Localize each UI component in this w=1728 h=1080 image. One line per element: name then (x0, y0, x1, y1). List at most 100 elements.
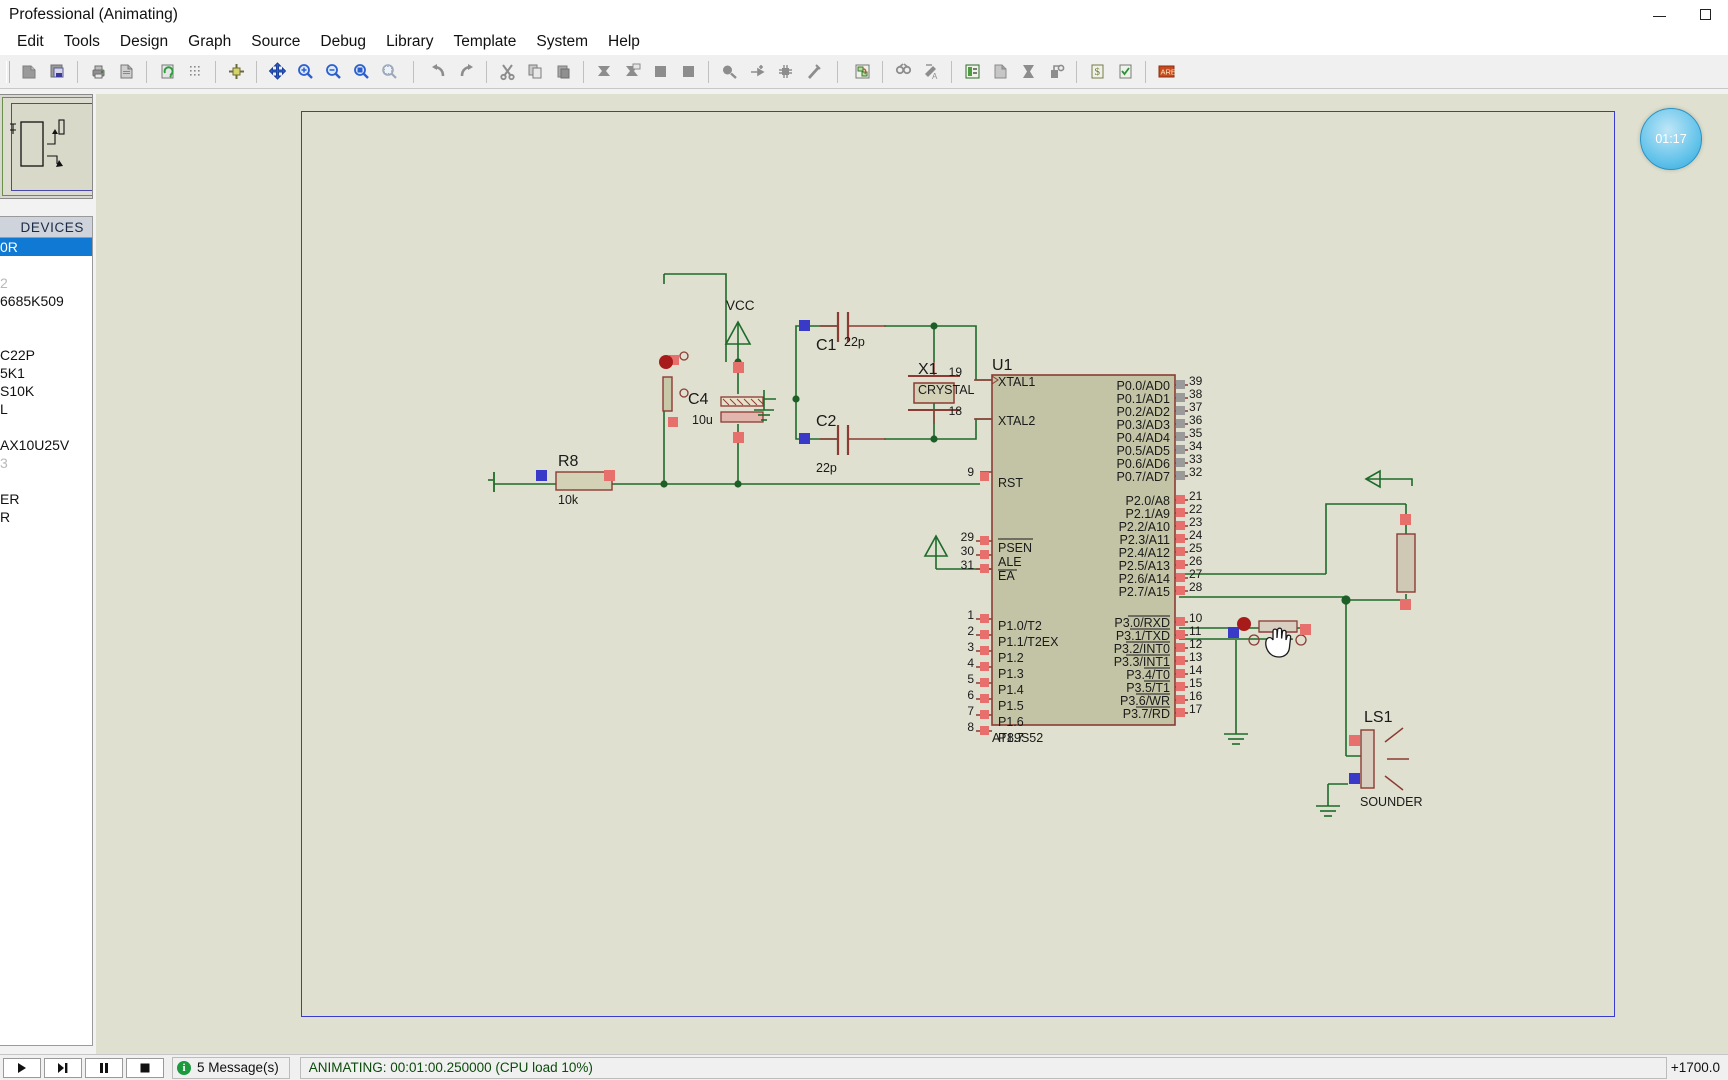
crystal-x1-value: CRYSTAL (918, 383, 975, 397)
vcc-label: VCC (726, 298, 755, 313)
menu-library[interactable]: Library (376, 31, 443, 53)
schematic-canvas[interactable]: 01:17 VCC C4 10u R8 10k C1 22p C2 22p X1… (96, 94, 1728, 1054)
mcu-pin-label-p2-3: P2.3/A11 (1119, 533, 1170, 547)
mcu-pin-num-7: 7 (967, 704, 974, 718)
open-design-icon[interactable] (44, 59, 70, 85)
zoom-in-icon[interactable] (292, 59, 318, 85)
block-delete-icon[interactable] (675, 59, 701, 85)
mcu-pin-label-p3-3: P3.3/INT1 (1114, 655, 1170, 669)
device-item-15[interactable]: R (0, 508, 92, 526)
menu-help[interactable]: Help (598, 31, 650, 53)
mcu-pin-label-p3-1: P3.1/TXD (1116, 629, 1170, 643)
bill-of-materials-icon[interactable]: $ (1084, 59, 1110, 85)
block-copy-icon[interactable] (591, 59, 617, 85)
minimize-button[interactable] (1636, 0, 1682, 29)
menu-graph[interactable]: Graph (178, 31, 241, 53)
devices-panel[interactable]: DEVICES 0R 2 6685K509 C22P 5K1 S10K L AX… (0, 216, 93, 1046)
wire-autorouter-icon[interactable] (849, 59, 875, 85)
mcu-pin-label-p0-5: P0.5/AD5 (1116, 444, 1170, 458)
sim-play-button[interactable] (3, 1057, 41, 1078)
copy-icon[interactable] (522, 59, 548, 85)
netlist-to-ares-icon[interactable]: ARES (1153, 59, 1179, 85)
zoom-sheet-icon[interactable] (376, 59, 402, 85)
mcu-pin-num-12: 12 (1189, 637, 1203, 651)
overview-panel[interactable] (0, 94, 93, 199)
menu-source[interactable]: Source (241, 31, 310, 53)
mcu-pin-num-22: 22 (1189, 502, 1203, 516)
message-log-button[interactable]: i 5 Message(s) (172, 1056, 290, 1079)
toggle-grid-icon[interactable] (182, 59, 208, 85)
pick-device-icon[interactable] (716, 59, 742, 85)
device-item-12[interactable]: 3 (0, 454, 92, 472)
device-item-4[interactable] (0, 310, 92, 328)
sim-stop-button[interactable] (126, 1057, 164, 1078)
make-device-icon[interactable] (744, 59, 770, 85)
mcu-pin-num-33: 33 (1189, 452, 1203, 466)
mcu-pin-num-14: 14 (1189, 663, 1203, 677)
step-icon (58, 1062, 68, 1073)
resistor-r8-value: 10k (558, 493, 579, 507)
mcu-pin-label-p0-0: P0.0/AD0 (1116, 379, 1170, 393)
mcu-pin-label-psen: PSEN (998, 541, 1032, 555)
zoom-area-icon[interactable] (348, 59, 374, 85)
mcu-pin-num-31: 31 (961, 558, 975, 572)
message-count-label: 5 Message(s) (197, 1060, 279, 1075)
device-item-2[interactable]: 2 (0, 274, 92, 292)
mcu-pin-num-6: 6 (967, 688, 974, 702)
pan-icon[interactable] (264, 59, 290, 85)
block-rotate-icon[interactable] (647, 59, 673, 85)
menu-design[interactable]: Design (110, 31, 178, 53)
devices-list[interactable]: 0R 2 6685K509 C22P 5K1 S10K L AX10U25V 3… (0, 238, 92, 526)
paste-icon[interactable] (550, 59, 576, 85)
remove-sheet-icon[interactable] (1015, 59, 1041, 85)
new-sheet-hier-icon[interactable] (987, 59, 1013, 85)
animation-status-panel: ANIMATING: 00:01:00.250000 (CPU load 10%… (299, 1056, 1667, 1079)
packaging-tool-icon[interactable] (772, 59, 798, 85)
mcu-pin-label-p0-3: P0.3/AD3 (1116, 418, 1170, 432)
cut-icon[interactable] (494, 59, 520, 85)
property-assignment-icon[interactable]: A (918, 59, 944, 85)
decompose-icon[interactable] (800, 59, 826, 85)
mcu-pin-label-p1-0: P1.0/T2 (998, 619, 1042, 633)
device-item-8[interactable]: S10K (0, 382, 92, 400)
pause-icon (100, 1062, 108, 1073)
left-sidebar: DEVICES 0R 2 6685K509 C22P 5K1 S10K L AX… (0, 94, 93, 1054)
menu-debug[interactable]: Debug (310, 31, 376, 53)
redo-icon[interactable] (453, 59, 479, 85)
device-item-11[interactable]: AX10U25V (0, 436, 92, 454)
mcu-pin-num-2: 2 (967, 624, 974, 638)
refresh-display-icon[interactable] (154, 59, 180, 85)
toolbar-grip[interactable] (6, 60, 10, 83)
device-item-14[interactable]: ER (0, 490, 92, 508)
menu-system[interactable]: System (526, 31, 598, 53)
mcu-pin-label-p2-7: P2.7/A15 (1119, 585, 1170, 599)
mcu-pin-label-p2-0: P2.0/A8 (1126, 494, 1171, 508)
electrical-rule-check-icon[interactable] (1112, 59, 1138, 85)
menu-template[interactable]: Template (443, 31, 526, 53)
svg-text:A: A (932, 72, 938, 81)
maximize-button[interactable] (1682, 0, 1728, 29)
menu-edit[interactable]: Edit (7, 31, 54, 53)
mcu-pin-num-38: 38 (1189, 387, 1203, 401)
sim-pause-button[interactable] (85, 1057, 123, 1078)
zoom-out-icon[interactable] (320, 59, 346, 85)
resistor-r8-symbol (488, 470, 615, 492)
device-item-6[interactable]: C22P (0, 346, 92, 364)
device-item-0[interactable]: 0R (0, 238, 92, 256)
origin-icon[interactable] (223, 59, 249, 85)
device-item-3[interactable]: 6685K509 (0, 292, 92, 310)
mcu-pin-label-p1-6: P1.6 (998, 715, 1024, 729)
new-sheet-icon[interactable] (16, 59, 42, 85)
device-item-9[interactable]: L (0, 400, 92, 418)
undo-icon[interactable] (425, 59, 451, 85)
print-icon[interactable] (85, 59, 111, 85)
device-item-7[interactable]: 5K1 (0, 364, 92, 382)
menu-tools[interactable]: Tools (54, 31, 110, 53)
print-area-icon[interactable] (113, 59, 139, 85)
block-move-icon[interactable] (619, 59, 645, 85)
mcu-pin-label-p2-1: P2.1/A9 (1126, 507, 1171, 521)
search-tag-icon[interactable] (890, 59, 916, 85)
sim-step-button[interactable] (44, 1057, 82, 1078)
design-explorer-icon[interactable] (959, 59, 985, 85)
exit-sheet-icon[interactable] (1043, 59, 1069, 85)
